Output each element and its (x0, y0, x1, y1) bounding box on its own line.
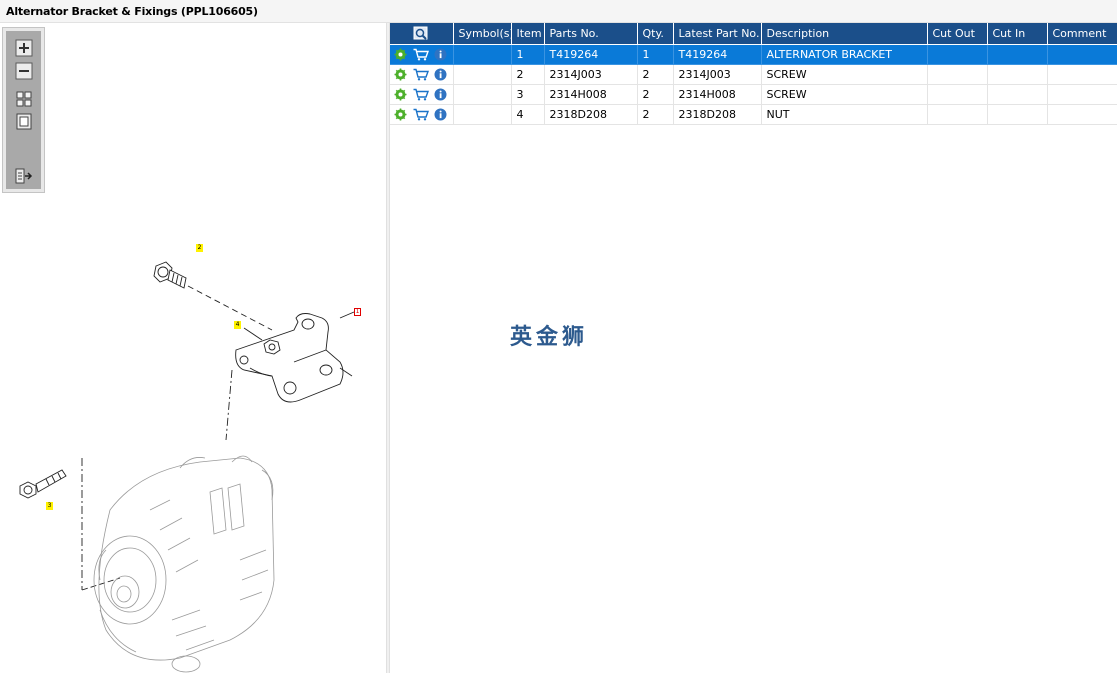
zoom-in-button[interactable] (14, 39, 34, 57)
cell-cut-out (927, 84, 988, 105)
actual-size-button[interactable] (14, 113, 34, 131)
info-icon[interactable] (434, 88, 447, 101)
column-header-cut-out[interactable]: Cut Out (927, 23, 988, 45)
column-header-cut-in[interactable]: Cut In (987, 23, 1048, 45)
cell-latest-part-no[interactable]: T419264 (673, 44, 762, 65)
column-header-description[interactable]: Description (761, 23, 928, 45)
cell-symbols (453, 64, 512, 85)
cell-parts-no[interactable]: 2314J003 (544, 64, 638, 85)
plus-icon (15, 39, 33, 57)
long-screw-part (19, 469, 67, 499)
export-icon (15, 168, 33, 184)
zoom-out-button[interactable] (14, 62, 34, 80)
cell-item: 3 (511, 84, 545, 105)
cell-item: 4 (511, 104, 545, 125)
table-header-row: Symbol(s) Item Parts No. Qty. Latest Par… (390, 23, 1117, 45)
cell-comment (1047, 44, 1117, 65)
column-header-qty[interactable]: Qty. (637, 23, 674, 45)
cart-icon[interactable] (413, 68, 429, 81)
cell-comment (1047, 104, 1117, 125)
grid-icon (16, 91, 32, 107)
cell-description: NUT (761, 104, 928, 125)
callout-3[interactable]: 3 (46, 502, 53, 510)
minus-icon (15, 62, 33, 80)
cell-item: 2 (511, 64, 545, 85)
cell-parts-no[interactable]: T419264 (544, 44, 638, 65)
cell-cut-in (987, 44, 1048, 65)
info-icon[interactable] (434, 108, 447, 121)
gear-icon[interactable] (394, 48, 407, 61)
cell-comment (1047, 64, 1117, 85)
cell-latest-part-no[interactable]: 2318D208 (673, 104, 762, 125)
cell-description: SCREW (761, 84, 928, 105)
cell-qty: 2 (637, 104, 674, 125)
watermark-logo: 英金狮 (510, 325, 589, 350)
row-actions (390, 84, 454, 105)
fit-all-button[interactable] (14, 90, 34, 108)
cell-qty: 2 (637, 64, 674, 85)
info-icon[interactable] (434, 68, 447, 81)
table-row[interactable]: 3 2314H008 2 2314H008 SCREW (390, 84, 1117, 105)
cell-qty: 2 (637, 84, 674, 105)
row-actions (390, 64, 454, 85)
cell-latest-part-no[interactable]: 2314J003 (673, 64, 762, 85)
square-icon (16, 113, 32, 130)
title-bar: Alternator Bracket & Fixings (PPL106605) (0, 0, 1117, 23)
cell-symbols (453, 104, 512, 125)
cell-qty: 1 (637, 44, 674, 65)
table-row[interactable]: 4 2318D208 2 2318D208 NUT (390, 104, 1117, 125)
toolbar-panel (6, 31, 41, 189)
cell-description: ALTERNATOR BRACKET (761, 44, 928, 65)
diagram-pane: 2 1 4 3 (0, 23, 386, 673)
cell-symbols (453, 44, 512, 65)
table-row[interactable]: 1 T419264 1 T419264 ALTERNATOR BRACKET (390, 44, 1117, 65)
diagram-toolbar (2, 27, 45, 193)
gear-icon[interactable] (394, 88, 407, 101)
cart-icon[interactable] (413, 108, 429, 121)
info-icon[interactable] (434, 48, 447, 61)
column-header-comment[interactable]: Comment (1047, 23, 1117, 45)
cell-parts-no[interactable]: 2314H008 (544, 84, 638, 105)
column-header-latest-part-no[interactable]: Latest Part No. (673, 23, 762, 45)
search-catalog-icon (413, 26, 428, 40)
cell-cut-out (927, 44, 988, 65)
cart-icon[interactable] (413, 48, 429, 61)
alternator-part (93, 455, 275, 673)
parts-diagram: 2 1 4 3 (0, 200, 386, 673)
cell-latest-part-no[interactable]: 2314H008 (673, 84, 762, 105)
column-header-item[interactable]: Item (511, 23, 545, 45)
row-actions (390, 104, 454, 125)
cell-description: SCREW (761, 64, 928, 85)
column-header-parts-no[interactable]: Parts No. (544, 23, 638, 45)
column-header-actions[interactable] (390, 23, 454, 45)
callout-2[interactable]: 2 (196, 244, 203, 252)
gear-icon[interactable] (394, 108, 407, 121)
callout-4[interactable]: 4 (234, 321, 241, 329)
row-actions (390, 44, 454, 65)
bracket-part (235, 313, 353, 403)
cell-cut-out (927, 64, 988, 85)
cell-cut-in (987, 64, 1048, 85)
callout-1[interactable]: 1 (354, 308, 361, 316)
cell-item: 1 (511, 44, 545, 65)
window-title: Alternator Bracket & Fixings (PPL106605) (6, 5, 258, 18)
nut-part (263, 339, 281, 355)
cell-cut-in (987, 104, 1048, 125)
cart-icon[interactable] (413, 88, 429, 101)
column-header-symbols[interactable]: Symbol(s) (453, 23, 512, 45)
cell-cut-in (987, 84, 1048, 105)
export-button[interactable] (14, 167, 34, 185)
gear-icon[interactable] (394, 68, 407, 81)
parts-list-pane: Symbol(s) Item Parts No. Qty. Latest Par… (390, 23, 1117, 673)
cell-cut-out (927, 104, 988, 125)
exploded-view-drawing (19, 261, 355, 673)
cell-parts-no[interactable]: 2318D208 (544, 104, 638, 125)
screw-part (153, 261, 187, 289)
cell-symbols (453, 84, 512, 105)
table-row[interactable]: 2 2314J003 2 2314J003 SCREW (390, 64, 1117, 85)
parts-table: Symbol(s) Item Parts No. Qty. Latest Par… (390, 23, 1117, 125)
cell-comment (1047, 84, 1117, 105)
